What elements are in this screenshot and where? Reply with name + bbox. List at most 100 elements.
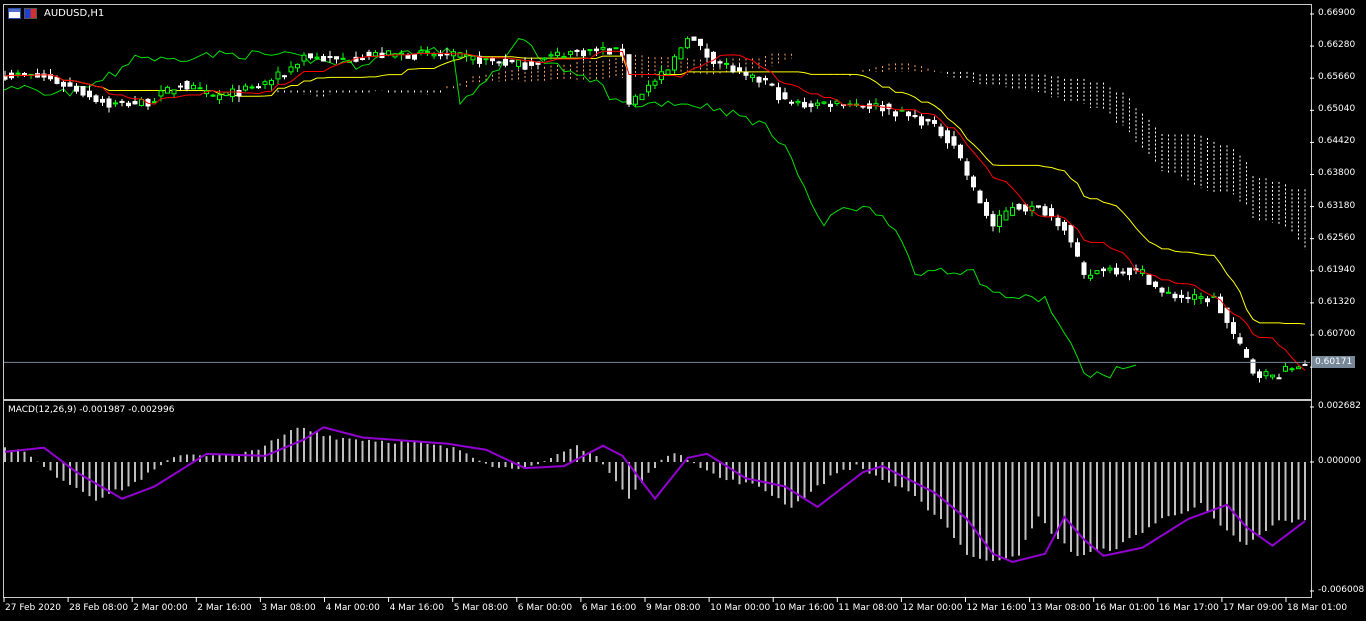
candle-body [1231,322,1236,334]
candle-body [1296,366,1301,370]
candle-body [1010,207,1015,216]
candle-body [282,75,287,78]
candle-body [808,103,814,107]
price-axis-label: 0.65040 [1318,104,1356,115]
chart-title: AUDUSD,H1 [8,8,104,19]
candle-body [1003,210,1009,221]
time-axis-label: 2 Mar 00:00 [133,603,188,613]
candle-body [1120,271,1126,274]
candle-body [776,87,781,101]
candle-body [249,86,255,89]
candle-body [646,84,651,93]
candle-body [360,58,365,61]
candle-body [919,116,924,126]
candle-body [1036,205,1041,208]
candle-body [795,100,801,104]
candle-body [555,51,560,57]
candle-body [1127,267,1132,276]
candle-body [802,101,807,108]
candle-body [1114,267,1119,275]
candle-body [1166,291,1171,294]
candle-body [197,87,203,90]
candle-body [964,161,970,176]
candle-body [750,74,755,79]
candle-body [1068,224,1074,243]
candle-body [821,101,827,104]
candle-body [737,67,742,72]
time-axis-label: 9 Mar 08:00 [646,603,701,613]
candle-body [1270,374,1275,378]
time-axis-label: 6 Mar 00:00 [517,603,573,613]
price-axis-label: 0.63800 [1318,168,1356,179]
candle-body [262,81,268,86]
candle-body [743,71,749,76]
candle-body [951,136,957,146]
tenkan-sen-line [4,50,1306,371]
chart-window-icon [8,8,21,19]
time-axis-label: 10 Mar 16:00 [774,603,835,613]
candle-body [119,100,125,103]
candle-body [600,47,606,50]
candle-body [74,85,79,92]
candle-body [1198,296,1204,299]
time-axis-label: 28 Feb 08:00 [69,603,129,613]
candle-body [4,76,8,80]
candle-body [594,48,599,52]
time-axis-label: 16 Mar 01:00 [1094,603,1155,613]
candle-body [321,55,326,62]
candle-body [405,54,411,59]
candle-body [1062,221,1067,231]
candle-body [704,48,710,58]
candle-body [431,53,437,57]
candle-body [672,56,677,71]
candle-body [756,76,762,83]
candle-body [496,61,502,64]
symbol-icon [24,8,37,19]
candle-body [509,59,515,63]
candle-body [568,51,573,55]
candle-body [542,57,547,60]
time-axis-label: 12 Mar 16:00 [966,603,1027,613]
candle-body [581,50,586,57]
candle-body [1153,281,1158,288]
candle-body [626,54,632,105]
time-axis-label: 6 Mar 16:00 [581,603,637,613]
candle-body [126,102,131,107]
time-axis-label: 5 Mar 08:00 [453,603,509,613]
candle-body [945,130,950,144]
candle-body [314,56,320,59]
time-axis-label: 11 Mar 08:00 [838,603,899,613]
candle-body [1179,294,1184,299]
candle-body [1302,363,1308,366]
candle-body [958,144,963,159]
candle-body [236,90,242,97]
candle-body [1263,371,1269,377]
candle-body [113,102,118,105]
candle-body [1016,204,1022,210]
candle-body [971,176,976,188]
candle-body [1185,297,1191,300]
candle-body [1081,262,1087,275]
candle-body [301,54,307,62]
candle-body [912,115,918,118]
candle-body [15,72,21,75]
candle-body [67,82,73,87]
candle-body [230,88,235,98]
price-axis-label: 0.66900 [1318,8,1356,18]
chikou-span-line [4,38,1137,379]
time-axis-label: 16 Mar 17:00 [1158,603,1219,613]
candle-body [561,56,567,59]
candle-body [308,53,313,59]
current-price-tag: 0.60171 [1312,356,1356,368]
candle-body [1094,270,1100,275]
candle-body [1244,349,1249,358]
candle-body [54,76,60,84]
candle-body [925,118,931,122]
candle-body [61,81,66,87]
price-axis-label: 0.61320 [1318,296,1356,307]
candle-body [548,54,554,57]
candle-body [782,92,788,100]
candle-body [470,55,476,61]
candle-body [1101,268,1106,272]
candle-body [769,83,775,86]
